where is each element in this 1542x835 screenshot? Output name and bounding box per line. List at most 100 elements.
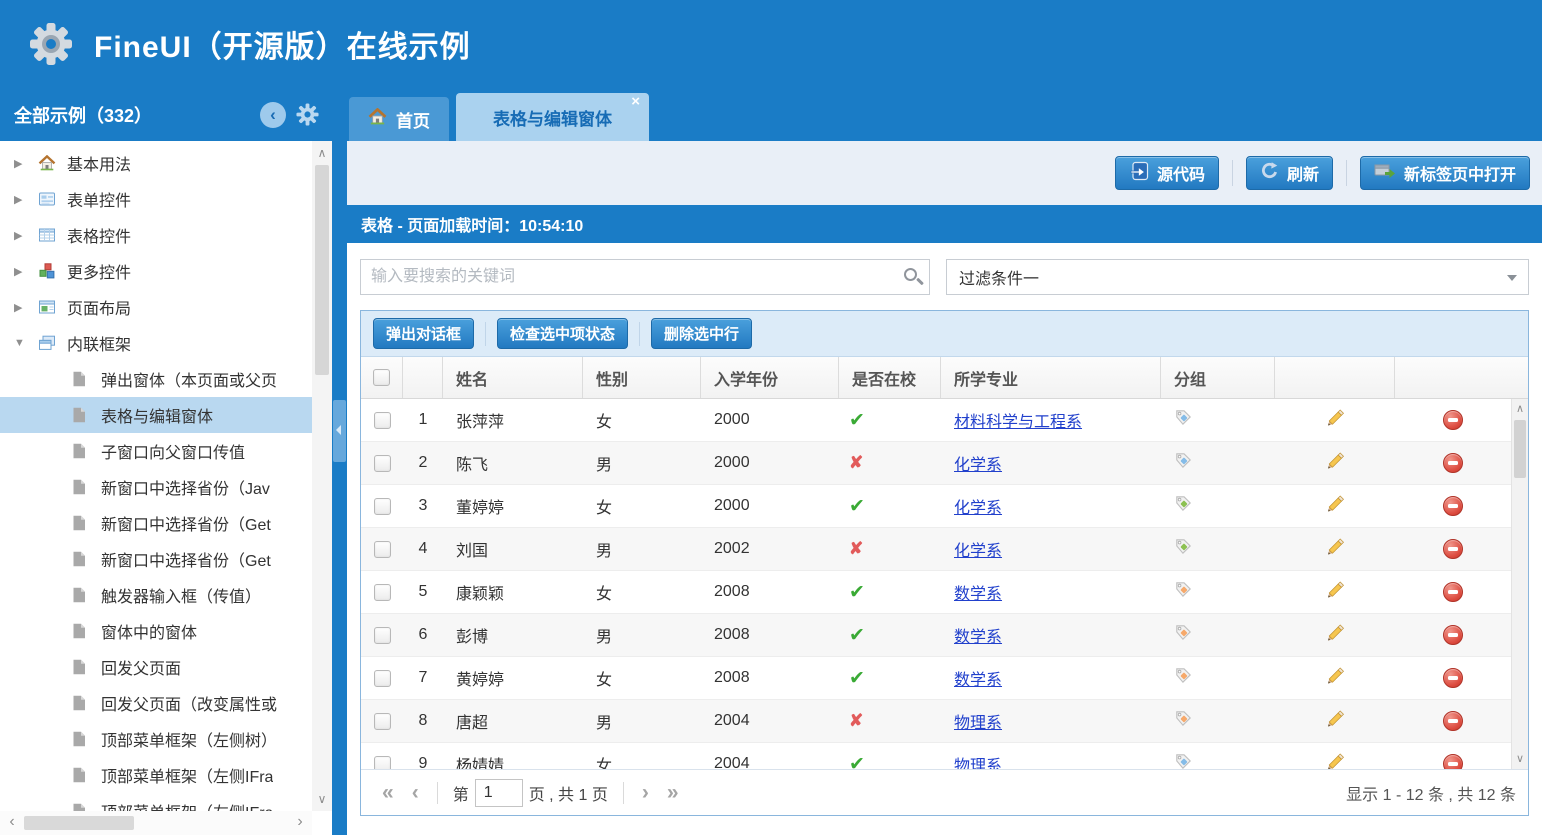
sidebar-item[interactable]: ▶表单控件 [0,181,312,217]
tree-collapsed-arrow-icon[interactable]: ▶ [14,229,38,242]
table-row[interactable]: 6彭博男2008✔数学系 [361,614,1511,657]
table-row[interactable]: 8唐超男2004✘物理系 [361,700,1511,743]
delete-icon[interactable] [1443,668,1463,688]
major-link[interactable]: 化学系 [954,537,1002,561]
major-link[interactable]: 物理系 [954,752,1002,769]
edit-pencil-icon[interactable] [1325,451,1345,476]
sidebar-item[interactable]: ▶基本用法 [0,145,312,181]
row-checkbox[interactable] [374,670,391,687]
row-checkbox[interactable] [374,412,391,429]
sidebar-horizontal-scrollbar[interactable]: ‹ › [0,811,312,835]
major-link[interactable]: 化学系 [954,451,1002,475]
column-header-gender[interactable]: 性别 [583,357,701,398]
delete-icon[interactable] [1443,711,1463,731]
table-row[interactable]: 5康颖颖女2008✔数学系 [361,571,1511,614]
scroll-right-icon[interactable]: › [290,811,310,835]
sidebar-settings-gear-icon[interactable] [295,102,320,127]
edit-pencil-icon[interactable] [1325,709,1345,734]
search-input[interactable] [361,260,929,294]
sidebar-item[interactable]: 弹出窗体（本页面或父页 [0,361,312,397]
column-header-at-school[interactable]: 是否在校 [839,357,941,398]
edit-pencil-icon[interactable] [1325,623,1345,648]
sidebar-splitter[interactable] [332,88,347,835]
column-header-year[interactable]: 入学年份 [701,357,839,398]
column-header-major[interactable]: 所学专业 [941,357,1161,398]
scrollbar-thumb[interactable] [1514,420,1526,478]
table-row[interactable]: 4刘国男2002✘化学系 [361,528,1511,571]
sidebar-item[interactable]: ▶表格控件 [0,217,312,253]
refresh-button[interactable]: 刷新 [1246,156,1333,190]
sidebar-item[interactable]: 新窗口中选择省份（Get [0,541,312,577]
major-link[interactable]: 数学系 [954,623,1002,647]
table-row[interactable]: 1张萍萍女2000✔材料科学与工程系 [361,399,1511,442]
row-checkbox[interactable] [374,498,391,515]
sidebar-item[interactable]: 新窗口中选择省份（Jav [0,469,312,505]
search-icon[interactable] [904,268,917,281]
source-code-button[interactable]: 源代码 [1115,156,1219,190]
delete-icon[interactable] [1443,453,1463,473]
sidebar-item[interactable]: 表格与编辑窗体 [0,397,312,433]
sidebar-item[interactable]: 回发父页面 [0,649,312,685]
sidebar-item[interactable]: 窗体中的窗体 [0,613,312,649]
table-row[interactable]: 3董婷婷女2000✔化学系 [361,485,1511,528]
scrollbar-thumb[interactable] [24,816,134,830]
close-tab-icon[interactable]: × [631,94,640,109]
delete-icon[interactable] [1443,754,1463,769]
splitter-collapse-handle[interactable] [333,400,346,462]
tree-collapsed-arrow-icon[interactable]: ▶ [14,301,38,314]
sidebar-item[interactable]: 触发器输入框（传值） [0,577,312,613]
row-checkbox[interactable] [374,455,391,472]
table-vertical-scrollbar[interactable]: ∧ ∨ [1511,399,1528,769]
open-dialog-button[interactable]: 弹出对话框 [373,318,474,349]
row-checkbox[interactable] [374,541,391,558]
edit-pencil-icon[interactable] [1325,752,1345,770]
column-header-group[interactable]: 分组 [1161,357,1275,398]
delete-icon[interactable] [1443,496,1463,516]
edit-pencil-icon[interactable] [1325,580,1345,605]
filter-dropdown[interactable]: 过滤条件一 [946,259,1529,295]
tree-expanded-arrow-icon[interactable]: ▼ [14,337,38,349]
table-row[interactable]: 7黄婷婷女2008✔数学系 [361,657,1511,700]
next-page-icon[interactable]: › [642,783,649,803]
row-checkbox[interactable] [374,756,391,770]
tree-collapsed-arrow-icon[interactable]: ▶ [14,157,38,170]
sidebar-item[interactable]: ▶更多控件 [0,253,312,289]
sidebar-item[interactable]: 顶部菜单框架（左侧树） [0,721,312,757]
sidebar-vertical-scrollbar[interactable]: ∧ ∨ [312,141,332,811]
major-link[interactable]: 材料科学与工程系 [954,408,1082,432]
edit-pencil-icon[interactable] [1325,408,1345,433]
row-checkbox[interactable] [374,713,391,730]
major-link[interactable]: 数学系 [954,666,1002,690]
sidebar-item[interactable]: ▼内联框架 [0,325,312,361]
delete-icon[interactable] [1443,582,1463,602]
sidebar-item[interactable]: 新窗口中选择省份（Get [0,505,312,541]
scrollbar-thumb[interactable] [315,165,329,375]
tab-grid-edit-window[interactable]: 表格与编辑窗体 × [456,93,649,141]
first-page-icon[interactable]: « [382,783,394,803]
edit-pencil-icon[interactable] [1325,537,1345,562]
page-number-input[interactable] [475,779,523,807]
scroll-down-icon[interactable]: ∨ [312,789,332,809]
prev-page-icon[interactable]: ‹ [412,783,419,803]
open-in-new-tab-button[interactable]: 新标签页中打开 [1360,156,1530,190]
row-checkbox[interactable] [374,584,391,601]
edit-pencil-icon[interactable] [1325,494,1345,519]
column-header-name[interactable]: 姓名 [443,357,583,398]
select-all-checkbox[interactable] [373,369,390,386]
sidebar-item[interactable]: 子窗口向父窗口传值 [0,433,312,469]
tree-collapsed-arrow-icon[interactable]: ▶ [14,193,38,206]
scroll-left-icon[interactable]: ‹ [2,811,22,835]
delete-icon[interactable] [1443,410,1463,430]
major-link[interactable]: 数学系 [954,580,1002,604]
major-link[interactable]: 化学系 [954,494,1002,518]
sidebar-item[interactable]: 顶部菜单框架（左侧IFra [0,757,312,793]
sidebar-collapse-icon[interactable]: ‹ [260,102,286,128]
check-selected-button[interactable]: 检查选中项状态 [497,318,628,349]
delete-icon[interactable] [1443,539,1463,559]
row-checkbox[interactable] [374,627,391,644]
edit-pencil-icon[interactable] [1325,666,1345,691]
last-page-icon[interactable]: » [667,783,679,803]
table-row[interactable]: 2陈飞男2000✘化学系 [361,442,1511,485]
scroll-up-icon[interactable]: ∧ [312,143,332,163]
scroll-down-icon[interactable]: ∨ [1512,750,1528,768]
